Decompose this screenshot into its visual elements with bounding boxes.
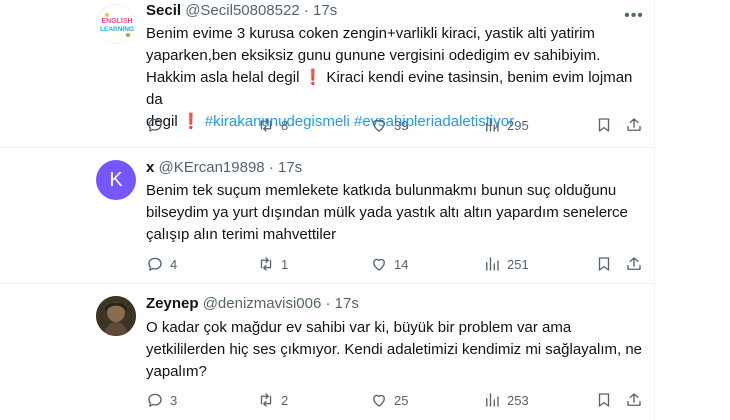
text-line: çalışıp alın terimi mahvettiler — [146, 226, 337, 243]
retweet-icon — [260, 118, 272, 132]
separator-dot: · — [303, 2, 309, 19]
exclamation-emoji: ❗ — [303, 69, 323, 86]
views-chart-icon — [486, 118, 499, 132]
heart-icon — [373, 119, 385, 132]
tweet-text: Benim tek suçum memlekete katkıda bulunm… — [146, 180, 646, 246]
tweet[interactable]: Zeynep @denizmavisi006 · 17s O kadar çok… — [0, 284, 655, 420]
tweet-time[interactable]: 17s — [313, 2, 337, 19]
tweet-time[interactable]: 17s — [278, 159, 302, 176]
tweet[interactable]: K x @KErcan19898 · 17s Benim tek suçum m… — [0, 148, 655, 284]
like-count: 39 — [394, 117, 409, 133]
text-line: Benim evime 3 kurusa coken zengin+varlik… — [146, 25, 595, 42]
heart-icon — [373, 258, 385, 271]
share-icon — [627, 393, 641, 406]
retweet-button[interactable]: 2 — [257, 390, 288, 410]
like-count: 25 — [394, 392, 409, 408]
views-button[interactable]: 253 — [483, 390, 529, 410]
tweet-time[interactable]: 17s — [335, 295, 359, 312]
bookmark-icon — [598, 393, 610, 407]
like-button[interactable]: 14 — [370, 254, 408, 274]
tweet-actions: 3 2 25 253 — [146, 390, 646, 410]
retweet-icon — [260, 257, 272, 271]
views-chart-icon — [486, 393, 499, 407]
like-count: 14 — [394, 256, 409, 272]
like-button[interactable]: 39 — [370, 115, 408, 135]
text-line: yapalım? — [146, 363, 207, 380]
views-count: 253 — [507, 392, 529, 408]
user-handle[interactable]: @KErcan19898 — [159, 159, 265, 176]
reply-count: 3 — [170, 392, 178, 408]
retweet-count: 2 — [281, 392, 289, 408]
svg-text:LEARNING: LEARNING — [100, 26, 134, 33]
tweet-header: Secil @Secil50808522 · 17s — [146, 1, 337, 21]
reply-count: 4 — [170, 256, 178, 272]
timeline: ENGLISH LEARNING Secil @Secil50808522 · … — [0, 0, 655, 420]
tweet-header: Zeynep @denizmavisi006 · 17s — [146, 294, 359, 314]
display-name[interactable]: Zeynep — [146, 295, 199, 312]
bookmark-icon — [598, 257, 610, 271]
share-icon — [627, 257, 641, 270]
retweet-button[interactable]: 8 — [257, 115, 288, 135]
share-icon — [627, 118, 641, 131]
bookmark-button[interactable] — [595, 115, 613, 135]
reply-icon — [148, 393, 162, 407]
reply-button[interactable]: 3 — [146, 390, 177, 410]
views-chart-icon — [486, 257, 499, 271]
avatar[interactable]: ENGLISH LEARNING — [96, 4, 136, 44]
views-count: 295 — [507, 117, 529, 133]
text-line: bilseydim ya yurt dışından mülk yada yas… — [146, 204, 628, 221]
tweet-actions: 4 1 14 251 — [146, 254, 646, 274]
tweet-actions: 8 39 295 — [146, 115, 646, 135]
views-button[interactable]: 295 — [483, 115, 529, 135]
user-handle[interactable]: @Secil50808522 — [185, 2, 299, 19]
separator-dot: · — [268, 159, 274, 176]
reply-button[interactable] — [146, 115, 170, 135]
bookmark-button[interactable] — [595, 254, 613, 274]
bookmark-button[interactable] — [595, 390, 613, 410]
views-count: 251 — [507, 256, 529, 272]
text-line: O kadar çok mağdur ev sahibi var ki, büy… — [146, 319, 572, 336]
display-name[interactable]: x — [146, 159, 154, 176]
text-line: yaparken,ben eksiksiz gunu gunune vergis… — [146, 47, 601, 64]
share-button[interactable] — [625, 254, 643, 274]
separator-dot: · — [325, 295, 331, 312]
tweet[interactable]: ENGLISH LEARNING Secil @Secil50808522 · … — [0, 0, 655, 148]
avatar-initial: K — [109, 169, 123, 191]
user-handle[interactable]: @denizmavisi006 — [203, 295, 322, 312]
svg-text:ENGLISH: ENGLISH — [101, 18, 132, 25]
share-button[interactable] — [625, 390, 643, 410]
retweet-button[interactable]: 1 — [257, 254, 288, 274]
text-line: Hakkim asla helal degil ❗ Kiraci kendi e… — [146, 67, 646, 111]
tweet-header: x @KErcan19898 · 17s — [146, 158, 302, 178]
display-name[interactable]: Secil — [146, 2, 181, 19]
profile-photo — [96, 296, 136, 336]
text-line: yetkililerden hiç ses çıkmıyor. Kendi ad… — [146, 341, 643, 358]
text-line: Benim tek suçum memlekete katkıda bulunm… — [146, 182, 617, 199]
retweet-count: 1 — [281, 256, 289, 272]
like-button[interactable]: 25 — [370, 390, 408, 410]
retweet-icon — [260, 393, 272, 407]
heart-icon — [373, 394, 385, 407]
share-button[interactable] — [625, 115, 643, 135]
bookmark-icon — [598, 118, 610, 132]
text-fragment: Hakkim asla helal degil — [146, 69, 300, 86]
reply-button[interactable]: 4 — [146, 254, 177, 274]
reply-icon — [148, 257, 162, 271]
english-learning-logo: ENGLISH LEARNING — [98, 6, 135, 43]
reply-icon — [148, 118, 162, 132]
avatar[interactable]: K — [96, 160, 136, 200]
avatar[interactable] — [96, 296, 136, 336]
tweet-text: O kadar çok mağdur ev sahibi var ki, büy… — [146, 317, 646, 383]
views-button[interactable]: 251 — [483, 254, 529, 274]
retweet-count: 8 — [281, 117, 289, 133]
